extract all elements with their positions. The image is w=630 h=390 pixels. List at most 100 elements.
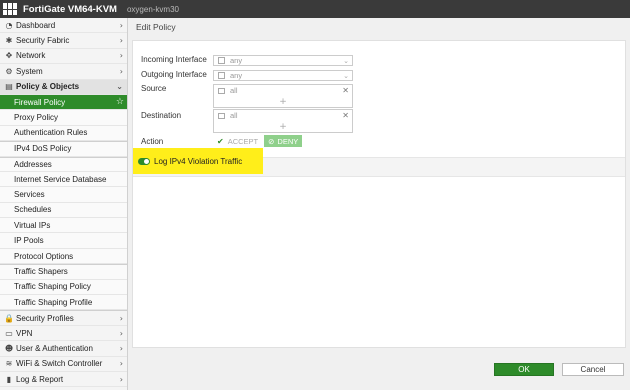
sidebar-item-label: Internet Service Database [14,174,107,184]
sidebar-item-label: Traffic Shaping Policy [14,282,91,292]
deny-button[interactable]: ⊘ DENY [264,135,303,147]
sidebar-item-traffic-shaping-profile[interactable]: Traffic Shaping Profile [0,295,127,311]
sidebar-item-label: Security Profiles [16,313,74,323]
sidebar-item-ipv4-dos-policy[interactable]: IPv4 DoS Policy [0,141,127,157]
outgoing-interface-row: Outgoing Interface any ⌄ [141,70,353,81]
page-title: Edit Policy [128,18,630,36]
sidebar-item-network[interactable]: ✥ Network › [0,48,127,65]
fortinet-logo-icon [3,3,19,15]
chevron-right-icon: › [119,374,123,384]
form-footer: OK Cancel [128,360,630,390]
sidebar-item-ip-pools[interactable]: IP Pools [0,233,127,249]
remove-destination-icon[interactable]: ✕ [342,111,349,120]
sidebar-item-protocol-options[interactable]: Protocol Options [0,248,127,265]
chevron-right-icon: › [119,51,123,61]
destination-field[interactable]: all ✕ + [213,109,353,133]
sidebar-item-dashboard[interactable]: ◔ Dashboard › [0,18,127,34]
chart-icon: ▮ [6,374,12,384]
destination-label: Destination [141,111,182,120]
chevron-down-icon: ⌄ [343,71,349,80]
destination-value: all [230,111,238,120]
gear-icon: ⚙ [5,66,13,76]
hostname: oxygen-kvm30 [126,4,179,14]
action-row: Action ✔ ACCEPT ⊘ DENY [141,135,303,147]
sidebar-item-security-fabric[interactable]: ✱ Security Fabric › [0,33,127,49]
fabric-icon: ✱ [5,36,13,46]
deny-label: DENY [277,136,299,146]
sidebar-item-authentication-rules[interactable]: Authentication Rules [0,125,127,142]
interface-icon [218,57,225,64]
sidebar-item-policy-objects[interactable]: ▤ Policy & Objects ⌄ [0,79,127,95]
top-bar: FortiGate VM64-KVM oxygen-kvm30 [0,0,630,18]
source-field[interactable]: all ✕ + [213,84,353,108]
cancel-button[interactable]: Cancel [562,363,624,376]
source-row: Source all ✕ + [141,84,353,108]
sidebar-item-label: Dashboard [16,20,56,30]
sidebar-item-internet-service-database[interactable]: Internet Service Database [0,171,127,188]
sidebar-item-label: Policy & Objects [16,82,80,92]
sidebar-item-label: Addresses [14,159,52,169]
sidebar-item-label: Network [16,51,46,61]
ok-button[interactable]: OK [494,363,554,376]
action-label: Action [141,136,164,146]
edit-policy-panel: Incoming Interface any ⌄ Outgoing Interf… [132,40,626,348]
sidebar-item-system[interactable]: ⚙ System › [0,64,127,80]
user-icon: ☻ [4,343,14,353]
source-label: Source [141,84,167,93]
sidebar-item-label: Virtual IPs [14,220,51,230]
ban-icon: ⊘ [268,136,275,146]
check-icon: ✔ [217,136,224,146]
sidebar-item-addresses[interactable]: Addresses [0,156,127,172]
sidebar-item-proxy-policy[interactable]: Proxy Policy [0,110,127,126]
sidebar-item-label: Protocol Options [14,251,74,261]
log-violation-toggle[interactable] [138,158,150,165]
sidebar-item-traffic-shaping-policy[interactable]: Traffic Shaping Policy [0,279,127,296]
chevron-down-icon: ⌄ [116,82,123,92]
source-value: all [230,86,238,95]
chevron-right-icon: › [119,66,123,76]
destination-row: Destination all ✕ + [141,109,353,133]
sidebar-item-label: Schedules [14,205,52,215]
network-icon: ✥ [5,51,13,61]
chevron-right-icon: › [119,328,123,338]
sidebar-item-label: Authentication Rules [14,128,88,138]
policy-icon: ▤ [5,82,13,92]
sidebar-item-label: Proxy Policy [14,113,59,123]
add-source-icon[interactable]: + [214,97,352,107]
log-violation-label: Log IPv4 Violation Traffic [154,157,243,166]
sidebar-item-label: User & Authentication [16,343,93,353]
brand-title: FortiGate VM64-KVM [23,3,117,15]
sidebar-item-log-report[interactable]: ▮ Log & Report › [0,371,127,388]
sidebar-item-label: Security Fabric [16,36,70,46]
chevron-right-icon: › [119,343,123,353]
sidebar-item-user-authentication[interactable]: ☻ User & Authentication › [0,341,127,357]
sidebar-item-label: Firewall Policy [14,97,66,107]
lock-icon: 🔒 [4,313,14,323]
sidebar-item-vpn[interactable]: ▭ VPN › [0,325,127,342]
sidebar-item-virtual-ips[interactable]: Virtual IPs [0,218,127,234]
sidebar-item-security-profiles[interactable]: 🔒 Security Profiles › [0,310,127,326]
sidebar-item-traffic-shapers[interactable]: Traffic Shapers [0,264,127,280]
sidebar-item-services[interactable]: Services [0,187,127,203]
chevron-down-icon: ⌄ [343,56,349,65]
outgoing-interface-value: any [230,71,243,80]
incoming-interface-label: Incoming Interface [141,55,207,64]
chevron-right-icon: › [119,20,123,30]
remove-source-icon[interactable]: ✕ [342,86,349,95]
outgoing-interface-label: Outgoing Interface [141,70,207,79]
sidebar-item-label: System [16,66,43,76]
wifi-icon: ≋ [5,359,13,369]
sidebar-item-label: IPv4 DoS Policy [14,144,72,154]
sidebar-item-label: Traffic Shaping Profile [14,297,93,307]
sidebar-item-firewall-policy[interactable]: Firewall Policy ☆ [0,94,127,111]
add-destination-icon[interactable]: + [214,122,352,132]
outgoing-interface-select[interactable]: any ⌄ [213,70,353,81]
incoming-interface-select[interactable]: any ⌄ [213,55,353,66]
sidebar-item-schedules[interactable]: Schedules [0,202,127,219]
interface-icon [218,72,225,79]
sidebar-item-wifi-switch-controller[interactable]: ≋ WiFi & Switch Controller › [0,356,127,372]
star-icon[interactable]: ☆ [116,97,124,107]
log-violation-toggle-row: Log IPv4 Violation Traffic [138,157,242,166]
incoming-interface-row: Incoming Interface any ⌄ [141,55,353,66]
accept-button[interactable]: ✔ ACCEPT [213,135,263,147]
